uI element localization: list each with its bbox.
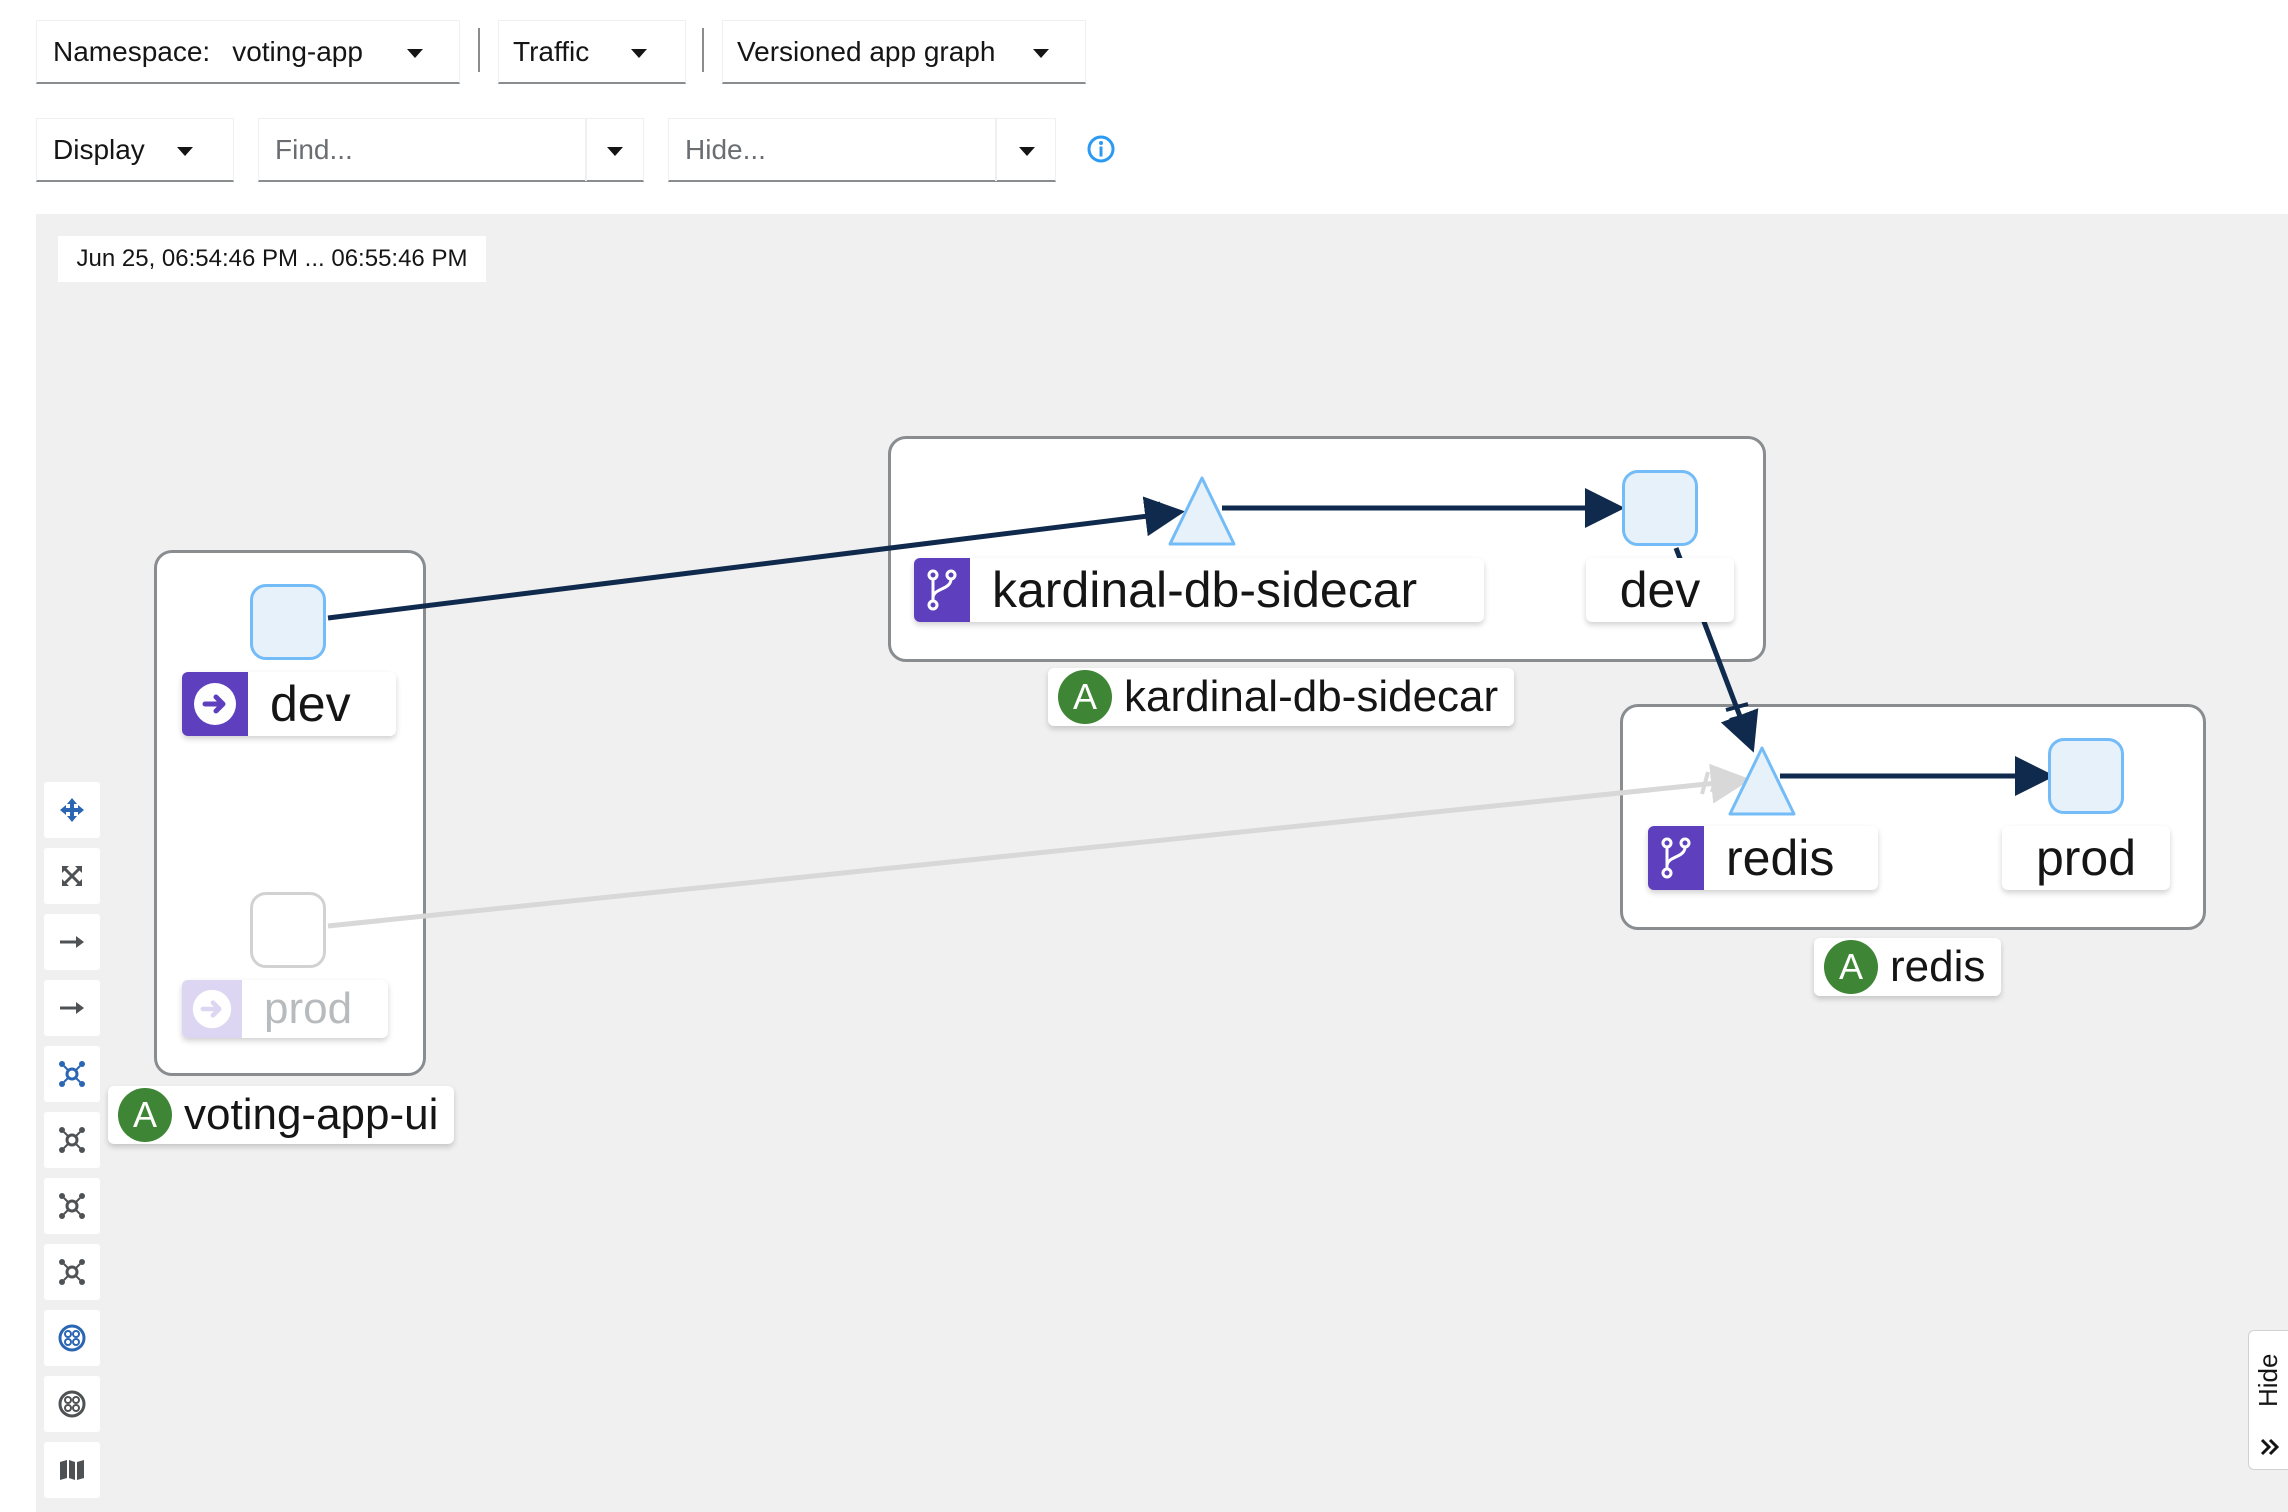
app-badge: A [1824,940,1878,994]
app-badge: A [118,1088,172,1142]
service-name: kardinal-db-sidecar [992,562,1418,618]
version-badge [1648,826,1704,890]
app-label-kardinal-db-sidecar: A kardinal-db-sidecar [1048,668,1515,726]
info-icon[interactable] [1086,134,1116,164]
version-badge [182,672,248,736]
side-panel-toggle[interactable]: Hide [2248,1330,2288,1470]
pan-move-button[interactable] [44,782,100,838]
topology-icon [59,1127,85,1153]
arrow-right-circle-icon [194,683,236,725]
app-name: voting-app-ui [184,1090,439,1139]
traffic-dropdown[interactable]: Traffic [498,20,686,84]
graph-type-dropdown[interactable]: Versioned app graph [722,20,1086,84]
traffic-label: Traffic [513,35,590,67]
divider [478,28,480,72]
workload-node-voting-app-ui-dev[interactable] [250,584,326,660]
fit-to-screen-button[interactable] [44,848,100,904]
display-label: Display [53,133,145,165]
chevron-down-icon [1033,49,1049,58]
layout-default-button[interactable] [44,1046,100,1102]
topology-icon [59,1061,85,1087]
code-branch-icon [1661,837,1691,879]
version-label: prod [2035,830,2137,886]
workload-node-redis-prod[interactable] [2048,738,2124,814]
app-badge: A [1058,670,1112,724]
graph-type-label: Versioned app graph [737,35,996,67]
workload-node-kardinal-db-sidecar-dev[interactable] [1622,470,1698,546]
move-icon [60,798,84,822]
find-placeholder: Find... [275,133,353,165]
topology-icon [59,1193,85,1219]
app-name: kardinal-db-sidecar [1124,672,1499,721]
code-branch-icon [927,569,957,611]
layout-2-button[interactable] [44,1178,100,1234]
arrow-right-icon [60,936,84,948]
graph-edges [327,476,2055,929]
cluster-icon [58,1324,86,1352]
layout-3-button[interactable] [44,1244,100,1300]
arrow-right-icon [60,1002,84,1014]
hide-placeholder: Hide... [685,133,766,165]
edge-prod-to-redis [327,763,1751,929]
divider [702,28,704,72]
zoom-out-button[interactable] [44,980,100,1036]
layout-1-button[interactable] [44,1112,100,1168]
cluster-icon [58,1390,86,1418]
node-label-dev: dev [182,672,396,736]
zoom-in-button[interactable] [44,914,100,970]
topology-icon [59,1259,85,1285]
node-label-prod: prod [2002,826,2170,890]
namespace-label: Namespace: [53,35,211,67]
workload-node-voting-app-ui-prod[interactable] [250,892,326,968]
version-label: dev [1619,562,1701,618]
map-icon [60,1460,84,1480]
namespace-dropdown[interactable]: Namespace: voting-app [36,20,460,84]
hide-input[interactable]: Hide... [668,118,1056,182]
namespace-boxes-button[interactable] [44,1310,100,1366]
arrow-right-circle-icon [192,989,232,1029]
graph-canvas[interactable]: Jun 25, 06:54:46 PM ... 06:55:46 PM dev … [36,214,2288,1512]
node-label-dev: dev [1586,558,1734,622]
chevron-down-icon [407,49,423,58]
display-dropdown[interactable]: Display [36,118,234,182]
node-label-prod: prod [182,980,388,1038]
namespace-value: voting-app [232,35,363,67]
service-label-kardinal-db-sidecar: kardinal-db-sidecar [914,558,1484,622]
version-badge [182,980,242,1038]
hide-label: Hide [2253,1353,2283,1407]
app-label-redis: A redis [1814,938,2002,996]
double-chevron-right-icon [2260,1438,2280,1456]
expand-icon [62,866,82,886]
chevron-down-icon [631,49,647,58]
chevron-down-icon[interactable] [607,147,623,156]
service-name: redis [1726,830,1835,886]
version-badge [914,558,970,622]
app-label-voting-app-ui: A voting-app-ui [108,1086,455,1144]
cluster-boxes-button[interactable] [44,1376,100,1432]
version-label: dev [270,676,351,732]
find-input[interactable]: Find... [258,118,644,182]
service-label-redis: redis [1648,826,1878,890]
chevron-down-icon [177,147,193,156]
version-label: prod [264,984,353,1033]
chevron-down-icon[interactable] [1019,147,1035,156]
app-name: redis [1890,942,1986,991]
legend-button[interactable] [44,1442,100,1498]
